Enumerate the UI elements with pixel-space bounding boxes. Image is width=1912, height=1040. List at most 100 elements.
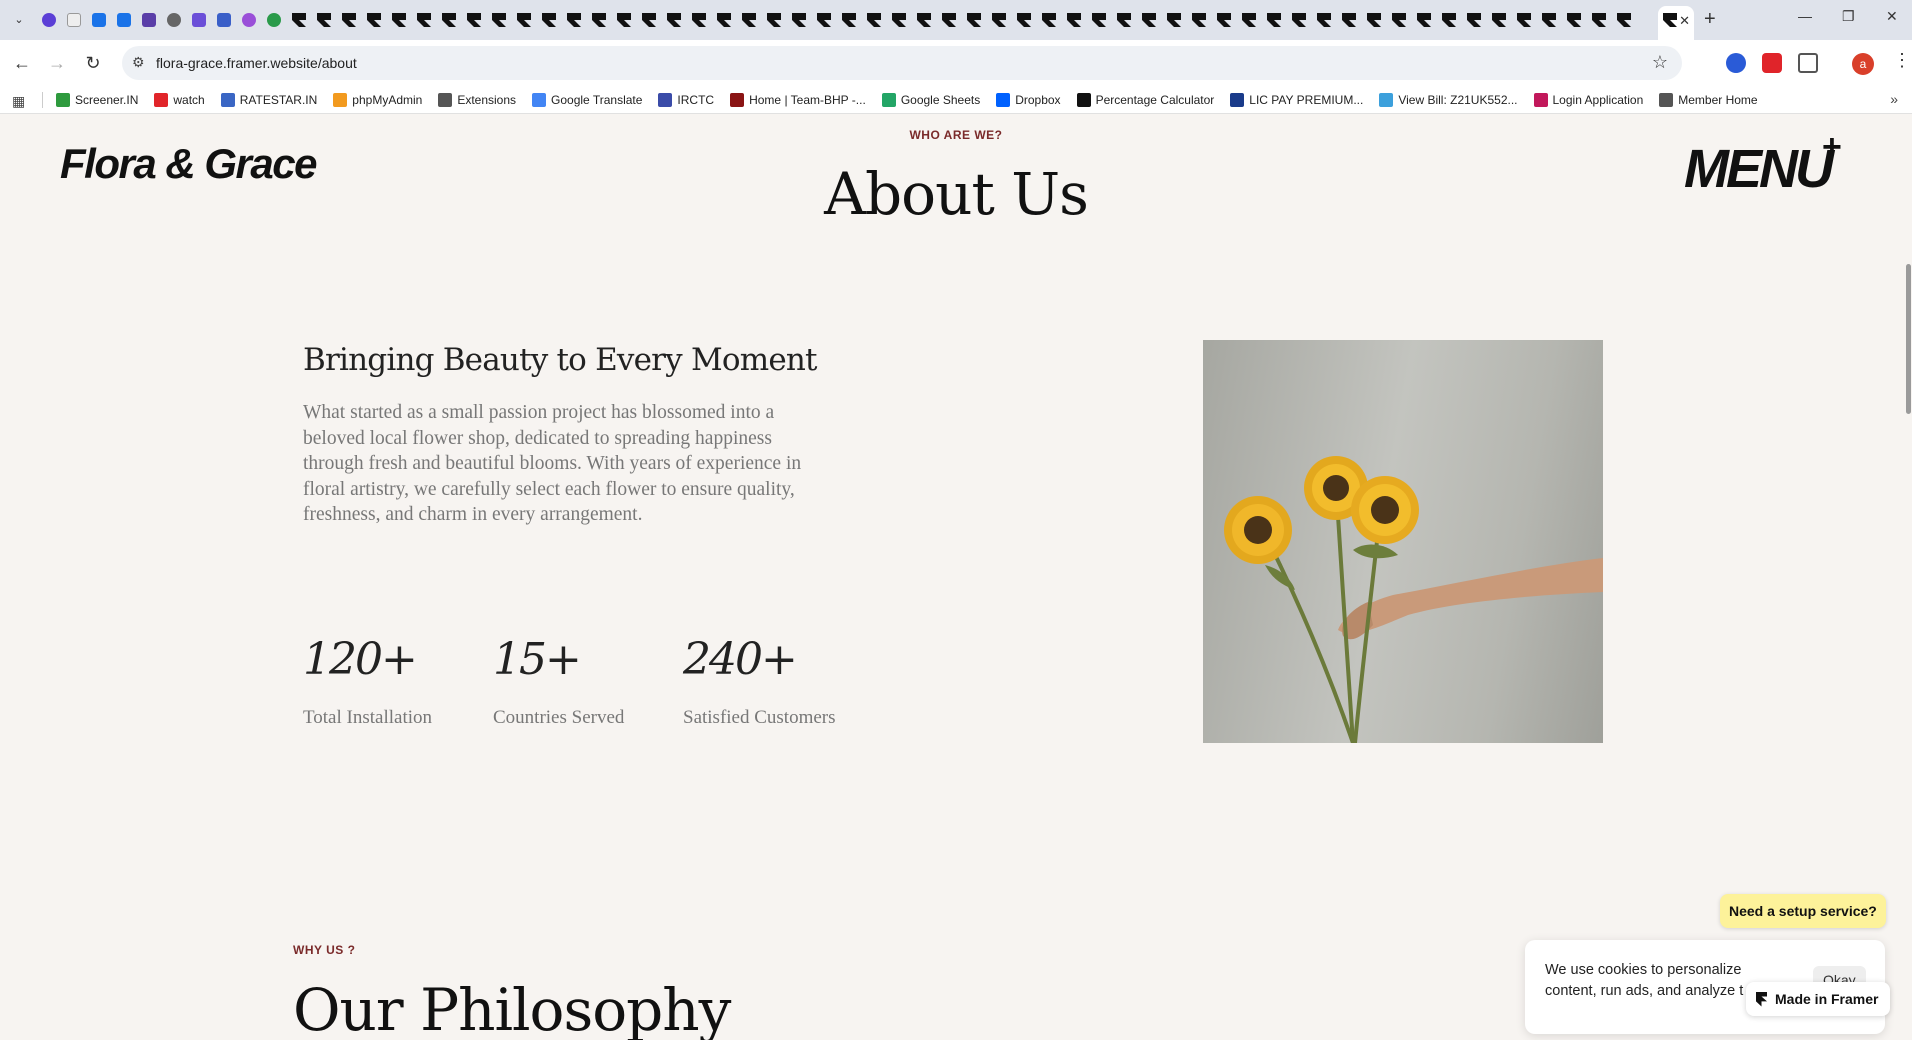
tab-favicon-framer[interactable] — [838, 9, 860, 31]
tab-favicon-framer[interactable] — [813, 9, 835, 31]
tab-favicon-framer[interactable] — [588, 9, 610, 31]
bookmark-item[interactable]: phpMyAdmin — [333, 93, 422, 107]
forward-arrow-icon[interactable]: → — [44, 50, 70, 76]
tab-favicon-framer[interactable] — [1263, 9, 1285, 31]
tab-favicon-framer[interactable] — [338, 9, 360, 31]
made-in-framer-badge[interactable]: Made in Framer — [1746, 982, 1891, 1016]
tab-favicon-framer[interactable] — [288, 9, 310, 31]
tab-favicon[interactable] — [88, 9, 110, 31]
bookmark-item[interactable]: RATESTAR.IN — [220, 93, 317, 107]
tab-favicon-framer[interactable] — [1413, 9, 1435, 31]
tab-favicon-framer[interactable] — [963, 9, 985, 31]
more-bookmarks-chevron-icon[interactable]: » — [1890, 91, 1898, 107]
tab-favicon-framer[interactable] — [913, 9, 935, 31]
tab-favicon-framer[interactable] — [788, 9, 810, 31]
tab-favicon-framer[interactable] — [1338, 9, 1360, 31]
tab-favicon-framer[interactable] — [663, 9, 685, 31]
tab-favicon[interactable] — [38, 9, 60, 31]
tab-favicon-framer[interactable] — [1488, 9, 1510, 31]
tab-favicon-framer[interactable] — [613, 9, 635, 31]
tab-favicon[interactable] — [138, 9, 160, 31]
close-window-icon[interactable]: ✕ — [1886, 8, 1898, 25]
address-bar[interactable]: ⚙ flora-grace.framer.website/about ☆ — [122, 46, 1682, 80]
bookmark-item[interactable]: Google Sheets — [881, 93, 980, 107]
reload-icon[interactable]: ↻ — [80, 50, 106, 76]
tab-favicon-framer[interactable] — [1238, 9, 1260, 31]
bookmark-item[interactable]: Login Application — [1533, 93, 1643, 107]
new-tab-plus-icon[interactable]: + — [1704, 8, 1716, 31]
tab-favicon-framer[interactable] — [388, 9, 410, 31]
bookmark-item[interactable]: Extensions — [438, 93, 516, 107]
tab-favicon-framer[interactable] — [1188, 9, 1210, 31]
tab-favicon-framer[interactable] — [713, 9, 735, 31]
tab-favicon-framer[interactable] — [438, 9, 460, 31]
site-settings-icon[interactable]: ⚙ — [132, 54, 145, 71]
tab-favicon-framer[interactable] — [1113, 9, 1135, 31]
tab-favicon[interactable] — [113, 9, 135, 31]
bookmark-item[interactable]: Home | Team-BHP -... — [730, 93, 866, 107]
tab-favicon-framer[interactable] — [638, 9, 660, 31]
tab-favicon-framer[interactable] — [363, 9, 385, 31]
tab-favicon[interactable] — [213, 9, 235, 31]
browser-menu-icon[interactable]: ⋮ — [1893, 50, 1911, 71]
tab-favicon-framer[interactable] — [1163, 9, 1185, 31]
tab-favicon-framer[interactable] — [1038, 9, 1060, 31]
tab-favicon[interactable] — [63, 9, 85, 31]
tab-favicon-framer[interactable] — [1363, 9, 1385, 31]
tab-favicon-framer[interactable] — [1588, 9, 1610, 31]
tab-favicon-framer[interactable] — [938, 9, 960, 31]
shield-extension-icon[interactable] — [1762, 53, 1782, 73]
tab-favicon-framer[interactable] — [1138, 9, 1160, 31]
tab-favicon-framer[interactable] — [1513, 9, 1535, 31]
tab-favicon-framer[interactable] — [1613, 9, 1635, 31]
tab-favicon[interactable] — [238, 9, 260, 31]
tab-favicon-framer[interactable] — [1288, 9, 1310, 31]
tab-favicon[interactable] — [163, 9, 185, 31]
tab-favicon-framer[interactable] — [1563, 9, 1585, 31]
minimize-icon[interactable]: — — [1798, 8, 1812, 24]
bookmark-item[interactable]: IRCTC — [658, 93, 714, 107]
tab-favicon-framer[interactable] — [313, 9, 335, 31]
tab-favicon-framer[interactable] — [563, 9, 585, 31]
tab-favicon[interactable] — [263, 9, 285, 31]
tab-favicon-framer[interactable] — [463, 9, 485, 31]
bookmark-star-icon[interactable]: ☆ — [1652, 52, 1668, 73]
apps-grid-icon[interactable]: ▦ — [12, 93, 25, 110]
bookmark-item[interactable]: Percentage Calculator — [1076, 93, 1214, 107]
close-tab-icon[interactable]: ✕ — [1679, 13, 1690, 29]
back-arrow-icon[interactable]: ← — [9, 50, 35, 76]
tab-favicon-framer[interactable] — [413, 9, 435, 31]
tab-search-chevron-icon[interactable]: ⌄ — [8, 9, 30, 31]
url-text[interactable]: flora-grace.framer.website/about — [156, 55, 357, 71]
scrollbar-thumb[interactable] — [1906, 264, 1911, 414]
tab-favicon-framer[interactable] — [1463, 9, 1485, 31]
tab-favicon-framer[interactable] — [888, 9, 910, 31]
bookmark-item[interactable]: watch — [154, 93, 205, 107]
bookmark-item[interactable]: Google Translate — [532, 93, 642, 107]
tab-favicon-framer[interactable] — [1063, 9, 1085, 31]
bookmark-item[interactable]: Dropbox — [996, 93, 1061, 107]
active-tab[interactable]: ✕ — [1658, 6, 1694, 40]
page-scrollbar[interactable] — [1904, 114, 1912, 1040]
tab-favicon-framer[interactable] — [1313, 9, 1335, 31]
tab-favicon-framer[interactable] — [1088, 9, 1110, 31]
tab-favicon-framer[interactable] — [988, 9, 1010, 31]
bookmark-item[interactable]: Member Home — [1659, 93, 1758, 107]
tab-favicon-framer[interactable] — [763, 9, 785, 31]
bookmark-item[interactable]: View Bill: Z21UK552... — [1379, 93, 1518, 107]
tab-favicon-framer[interactable] — [538, 9, 560, 31]
setup-service-button[interactable]: Need a setup service? — [1720, 894, 1886, 928]
tab-favicon-framer[interactable] — [513, 9, 535, 31]
extension-icon[interactable] — [1726, 53, 1746, 73]
tab-favicon-framer[interactable] — [1438, 9, 1460, 31]
bookmark-item[interactable]: LIC PAY PREMIUM... — [1230, 93, 1363, 107]
tab-favicon-framer[interactable] — [1388, 9, 1410, 31]
bookmark-item[interactable]: Screener.IN — [56, 93, 138, 107]
tab-favicon-framer[interactable] — [1538, 9, 1560, 31]
tab-favicon-framer[interactable] — [1013, 9, 1035, 31]
profile-avatar[interactable]: a — [1852, 53, 1874, 75]
extensions-puzzle-icon[interactable] — [1798, 53, 1818, 73]
tab-favicon-framer[interactable] — [688, 9, 710, 31]
tab-favicon[interactable] — [188, 9, 210, 31]
tab-favicon-framer[interactable] — [1213, 9, 1235, 31]
